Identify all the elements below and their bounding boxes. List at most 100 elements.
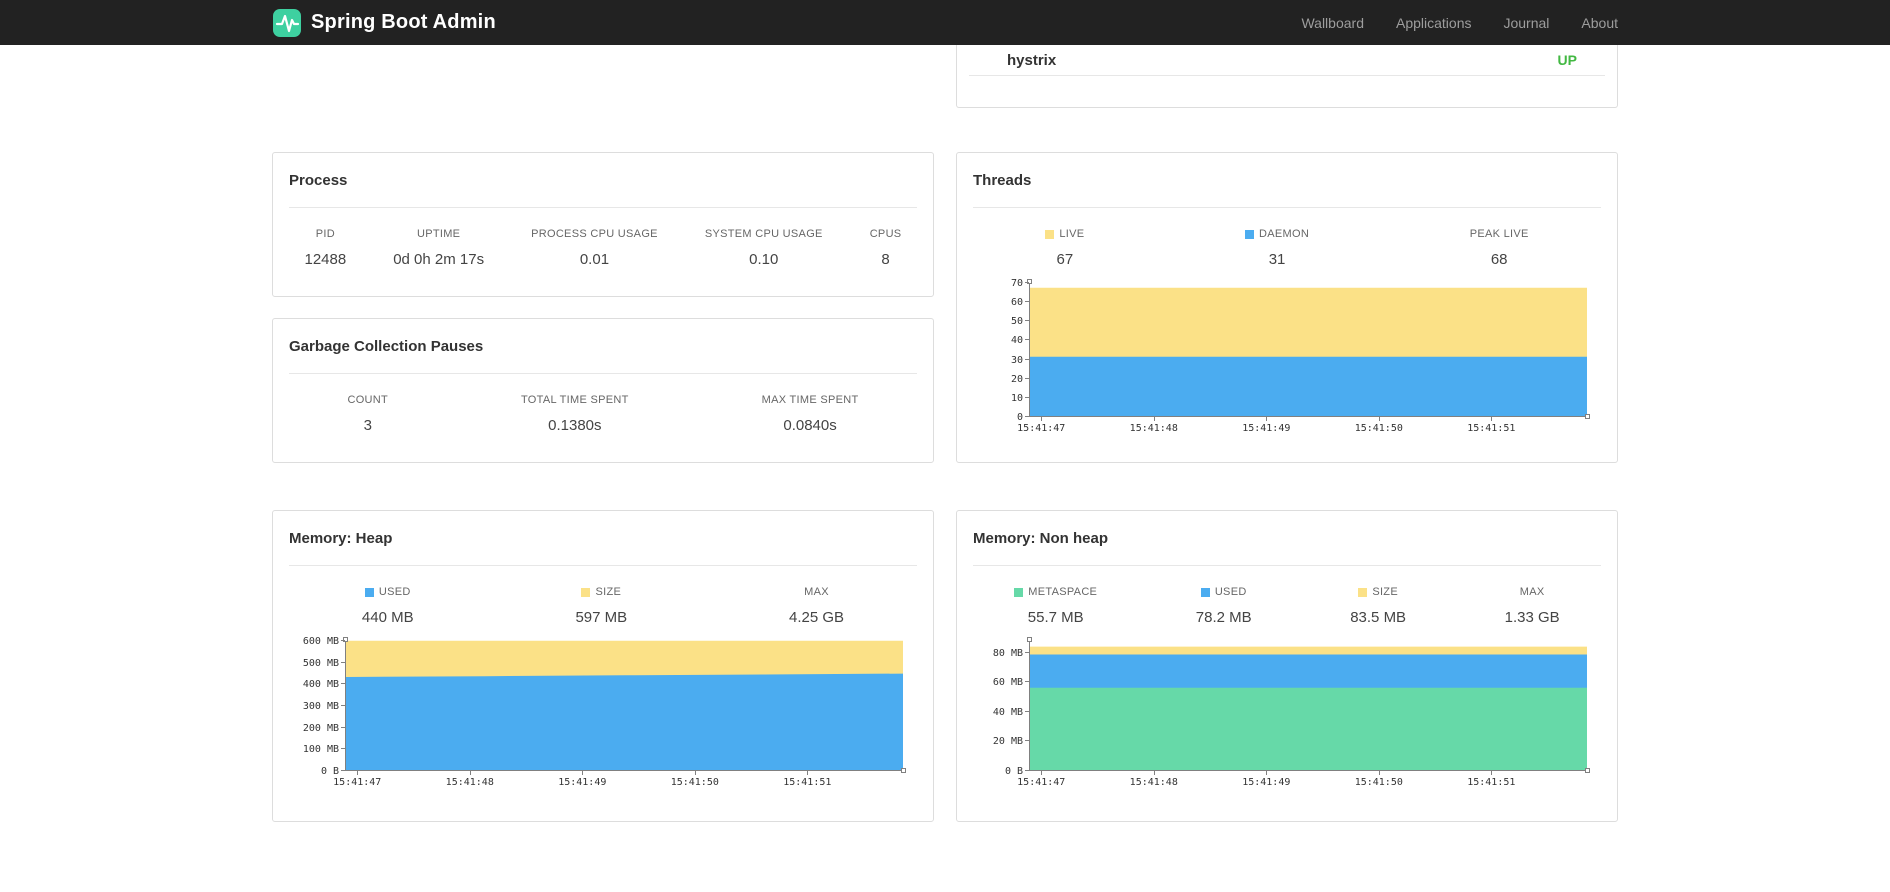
nav-item-about[interactable]: About [1581,15,1618,31]
col-middle-right: Threads LIVE 67 DAEMON 31 PEAK LIVE 68 1… [956,152,1618,463]
heap-legend: USED 440 MB SIZE 597 MB MAX 4.25 GB [273,566,933,627]
x-tick [694,771,696,775]
y-tick [341,770,345,771]
stat-gc-total-time: TOTAL TIME SPENT 0.1380s [521,394,629,435]
y-tick-label: 0 [1016,412,1023,423]
x-tick [1491,417,1493,421]
memory-heap-chart: 15:41:47 15:41:48 15:41:49 15:41:50 15:41:51… [273,636,906,793]
y-tick-label: 20 MB [992,736,1023,748]
x-tick [1041,771,1043,775]
stat-process-cpu-usage: PROCESS CPU USAGE 0.01 [531,228,658,269]
y-tick-label: 0 B [1004,766,1023,777]
stat-threads-peak-live: PEAK LIVE 68 [1470,228,1529,269]
stat-label: PEAK LIVE [1469,228,1529,240]
stat-label: PROCESS CPU USAGE [531,228,658,240]
chart-plot-area [343,637,906,773]
y-tick-label: 40 MB [992,706,1023,718]
col-top-right: hystrix UP [956,45,1618,108]
chart-x-axis: 15:41:47 15:41:48 15:41:49 15:41:50 15:41:51 [1017,771,1587,793]
stat-nonheap-metaspace: METASPACE 55.7 MB [1014,586,1097,627]
x-tick-label: 15:41:51 [1467,777,1516,788]
x-tick-label: 15:41:51 [783,777,832,788]
stat-label-text: LIVE [1059,228,1085,240]
brand-title: Spring Boot Admin [311,11,496,33]
stat-nonheap-max: MAX 1.33 GB [1505,586,1560,627]
stat-value: 1.33 GB [1504,609,1560,626]
stat-label: METASPACE [1014,586,1097,599]
y-tick-label: 60 MB [992,677,1023,689]
stat-value: 3 [363,417,372,434]
x-tick-label: 15:41:50 [1354,777,1403,788]
col-bottom-right: Memory: Non heap METASPACE 55.7 MB USED [956,510,1618,822]
stat-value: 0.1380s [548,417,602,434]
x-tick [1378,771,1380,775]
nav-item-journal[interactable]: Journal [1503,15,1549,31]
brand-logo-icon [273,8,301,37]
y-tick [1025,651,1029,653]
stat-gc-count: COUNT 3 [347,394,388,435]
memory-heap-panel: Memory: Heap USED 440 MB SIZE 597 MB MAX… [272,510,934,822]
stat-label: USED [362,586,414,599]
y-tick [1025,681,1029,683]
y-tick [341,748,345,750]
stat-value: 8 [881,251,890,268]
stat-label: UPTIME [416,228,461,240]
stat-label: TOTAL TIME SPENT [520,394,629,406]
y-tick-label: 30 [1010,354,1023,366]
stat-label: PID [315,228,335,240]
stat-label: SIZE [1350,586,1406,599]
panel-title: Memory: Heap [289,511,917,566]
stat-value: 597 MB [575,609,628,626]
y-tick-label: 600 MB [302,636,339,647]
col-bottom-left: Memory: Heap USED 440 MB SIZE 597 MB MAX… [272,510,934,822]
stat-threads-daemon: DAEMON 31 [1245,228,1309,269]
stat-label-text: SIZE [595,586,622,598]
application-row[interactable]: hystrix UP [957,45,1617,75]
x-tick-label: 15:41:48 [1129,777,1178,788]
stat-label-text: SIZE [1372,586,1398,598]
y-tick [1025,377,1029,379]
y-tick-label: 0 B [320,766,339,777]
y-tick [341,661,345,663]
panel-title: Memory: Non heap [973,511,1601,566]
stat-cpus: CPUS 8 [870,228,902,269]
axis-end-cap [1027,637,1032,642]
nav-item-applications[interactable]: Applications [1396,15,1472,31]
stat-label: MAX [1519,586,1545,598]
y-tick-label: 60 [1010,297,1023,309]
stat-label-text: DAEMON [1259,228,1310,240]
process-stats: PID 12488 UPTIME 0d 0h 2m 17s PROCESS CP… [273,208,933,269]
application-name: hystrix [1007,51,1057,69]
x-tick-label: 15:41:47 [333,777,382,788]
stat-pid: PID 12488 [304,228,346,269]
stat-value: 0d 0h 2m 17s [393,251,485,268]
stat-label: SYSTEM CPU USAGE [704,228,823,240]
stat-value: 0.01 [579,251,610,268]
y-tick [1025,301,1029,303]
stat-nonheap-used: USED 78.2 MB [1196,586,1252,627]
stat-value: 68 [1490,251,1508,268]
stat-label-text: METASPACE [1028,586,1098,598]
x-tick [807,771,809,775]
x-tick-label: 15:41:49 [1242,777,1291,788]
legend-swatch [581,588,591,597]
stat-value: 83.5 MB [1350,609,1407,626]
legend-swatch [1045,230,1055,239]
main-content: hystrix UP Process PID 12488 UPTIME 0d 0 [272,45,1618,822]
y-tick [1025,358,1029,360]
y-tick [1025,416,1029,417]
threads-panel: Threads LIVE 67 DAEMON 31 PEAK LIVE 68 1… [956,152,1618,463]
y-tick-label: 40 [1010,335,1023,347]
stat-label: LIVE [1045,228,1084,241]
stat-label-text: USED [1214,586,1247,598]
y-tick [1025,710,1029,712]
chart-plot-area [1027,279,1590,419]
stat-label: SIZE [575,586,627,599]
y-tick [1025,339,1029,341]
x-tick [1153,771,1155,775]
x-tick-label: 15:41:49 [558,777,607,788]
process-panel: Process PID 12488 UPTIME 0d 0h 2m 17s PR… [272,152,934,297]
brand[interactable]: Spring Boot Admin [272,8,496,38]
nav-item-wallboard[interactable]: Wallboard [1301,15,1364,31]
y-tick [1025,740,1029,742]
